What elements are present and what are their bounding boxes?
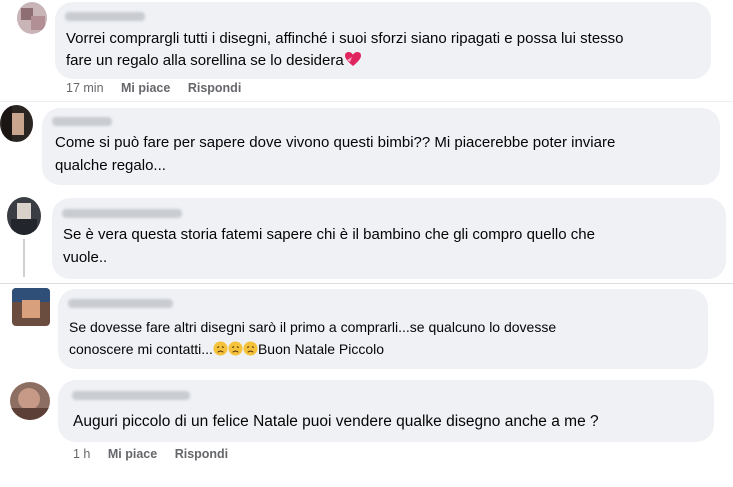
comment-timestamp: 1 h xyxy=(73,447,91,461)
comment-bubble: Se è vera questa storia fatemi sapere ch… xyxy=(52,198,726,279)
comment-timestamp: 17 min xyxy=(66,81,104,95)
comment-bubble: Vorrei comprargli tutti i disegni, affin… xyxy=(55,2,711,79)
comment-bubble: Se dovesse fare altri disegni sarò il pr… xyxy=(58,289,708,369)
comment-text-line: Auguri piccolo di un felice Natale puoi … xyxy=(73,413,599,430)
disappointed-face-icon xyxy=(213,341,228,356)
disappointed-face-icon xyxy=(243,341,258,356)
commenter-avatar[interactable] xyxy=(17,2,47,34)
comment-bubble: Come si può fare per sapere dove vivono … xyxy=(42,108,720,185)
comment-text-line: conoscere mi contatti... Buon Natale Pic… xyxy=(69,338,384,360)
like-button[interactable]: Mi piace xyxy=(121,81,170,95)
comment-text-line: Vorrei comprargli tutti i disegni, affin… xyxy=(66,30,624,47)
comment-actions: 17 min Mi piace Rispondi xyxy=(66,81,255,95)
comment-text-line: Se è vera questa storia fatemi sapere ch… xyxy=(63,226,595,243)
comment-text-line: vuole.. xyxy=(63,249,108,266)
commenter-name-redacted[interactable] xyxy=(65,12,145,21)
commenter-avatar[interactable] xyxy=(10,382,50,420)
commenter-name-redacted[interactable] xyxy=(68,299,173,308)
divider xyxy=(0,283,733,284)
comment-actions: 1 h Mi piace Rispondi xyxy=(73,447,242,461)
comment-text: Buon Natale Piccolo xyxy=(257,341,385,357)
disappointed-face-icon xyxy=(228,341,243,356)
commenter-avatar[interactable] xyxy=(0,105,33,142)
commenter-avatar[interactable] xyxy=(7,197,41,235)
heart-with-ribbon-icon xyxy=(344,52,361,66)
comment-text-line: Se dovesse fare altri disegni sarò il pr… xyxy=(69,319,557,335)
divider xyxy=(0,101,733,102)
reply-button[interactable]: Rispondi xyxy=(175,447,228,461)
commenter-name-redacted[interactable] xyxy=(52,117,112,126)
comment-text-line: Come si può fare per sapere dove vivono … xyxy=(55,134,616,151)
commenter-name-redacted[interactable] xyxy=(62,209,182,218)
comment-text: fare un regalo alla sorellina se lo desi… xyxy=(66,52,344,69)
like-button[interactable]: Mi piace xyxy=(108,447,157,461)
commenter-avatar[interactable] xyxy=(12,288,50,326)
thread-line xyxy=(23,239,25,277)
reply-button[interactable]: Rispondi xyxy=(188,81,241,95)
commenter-name-redacted[interactable] xyxy=(72,391,190,400)
comment-bubble: Auguri piccolo di un felice Natale puoi … xyxy=(58,380,714,442)
comment-text: conoscere mi contatti... xyxy=(69,341,213,357)
comment-text-line: qualche regalo... xyxy=(55,157,166,174)
comment-text-line: fare un regalo alla sorellina se lo desi… xyxy=(66,50,362,72)
